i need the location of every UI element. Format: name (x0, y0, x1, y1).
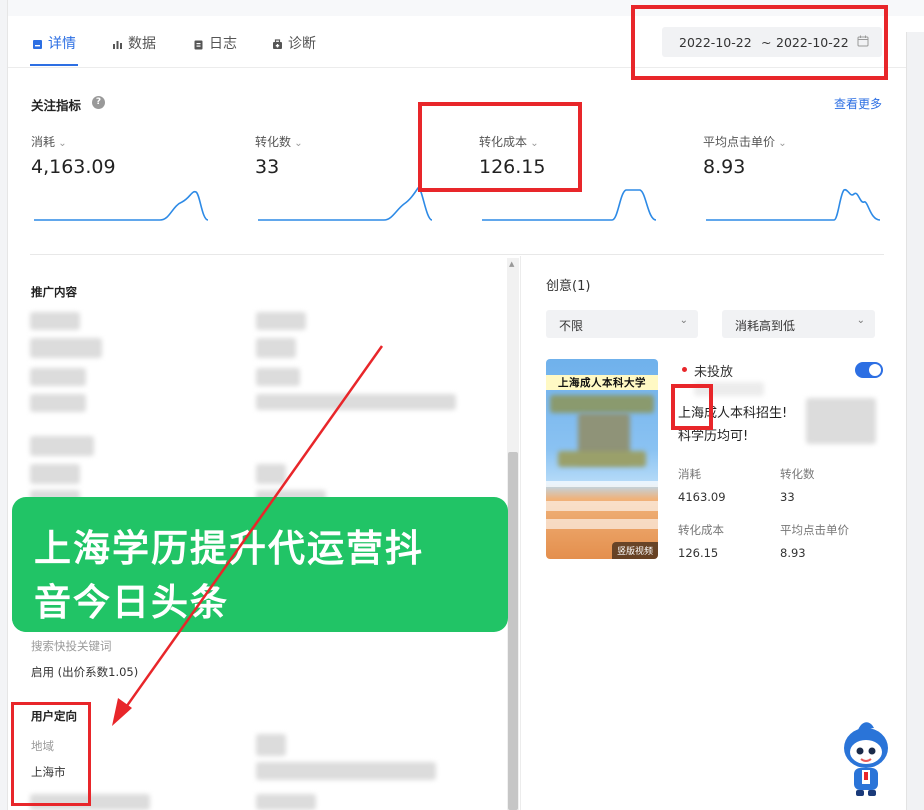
annotation-box-date (631, 5, 888, 80)
blurred-text (256, 794, 316, 810)
metric-label-avg-cpc[interactable]: 平均点击单价 ⌄ (703, 133, 787, 150)
blurred-text (558, 451, 646, 467)
metric-label-text: 转化数 (255, 135, 292, 149)
metrics-divider (30, 254, 884, 255)
log-icon (193, 38, 204, 49)
sort-select[interactable]: 消耗高到低 ⌄ (722, 310, 875, 338)
bar-chart-icon (112, 38, 123, 49)
campaign-detail-page: 详情 数据 日志 诊断 2022-10-22 ~ 2022-10-22 关注指标… (0, 0, 924, 810)
sparkline-cost (34, 190, 209, 221)
stat-label-conversion-cost: 转化成本 (678, 523, 724, 537)
blurred-text (256, 312, 306, 330)
keyword-value: 启用 (出价系数1.05) (31, 665, 139, 679)
tab-log-label: 日志 (209, 36, 237, 52)
scroll-up-arrow-icon[interactable]: ▲ (509, 260, 514, 268)
blurred-text (30, 338, 102, 358)
active-tab-indicator (30, 64, 78, 66)
metric-value-cost: 4,163.09 (31, 156, 116, 178)
detail-icon (32, 38, 43, 49)
blurred-text (256, 734, 286, 756)
tab-detail-label: 详情 (48, 36, 76, 52)
blurred-text (30, 394, 86, 412)
metric-label-text: 平均点击单价 (703, 135, 776, 149)
blurred-text (256, 338, 296, 358)
blurred-text (256, 762, 436, 780)
stat-label-cost: 消耗 (678, 467, 701, 481)
thumbnail-stripe (546, 501, 658, 511)
tab-data[interactable]: 数据 (112, 33, 156, 53)
tab-log[interactable]: 日志 (193, 33, 237, 53)
annotation-box-targeting (11, 702, 91, 806)
promo-content-title: 推广内容 (31, 285, 77, 299)
annotation-box-ad-copy (671, 384, 713, 430)
metric-label-text: 消耗 (31, 135, 56, 149)
help-icon[interactable]: ? (92, 96, 105, 109)
metric-value-avg-cpc: 8.93 (703, 156, 746, 178)
blurred-text (256, 368, 300, 386)
sort-value: 消耗高到低 (735, 319, 796, 333)
thumbnail-title: 上海成人本科大学 (546, 375, 658, 390)
blurred-text (30, 368, 86, 386)
status-dot (682, 367, 687, 372)
blurred-text (30, 436, 94, 456)
tab-diagnose[interactable]: 诊断 (272, 33, 316, 53)
thumbnail-stripe (546, 519, 658, 529)
sparkline-avg-cpc (706, 188, 881, 221)
blurred-text (806, 398, 876, 444)
creative-status: 未投放 (694, 365, 734, 380)
chevron-down-icon: ⌄ (55, 138, 67, 149)
stat-value-cost: 4163.09 (678, 490, 726, 504)
keyword-label: 搜索快投关键词 (31, 639, 112, 653)
chevron-down-icon: ⌄ (775, 138, 787, 149)
tab-data-label: 数据 (128, 36, 156, 52)
chevron-down-icon: ⌄ (291, 138, 303, 149)
chevron-down-icon: ⌄ (679, 315, 688, 326)
stat-value-conversion-cost: 126.15 (678, 546, 719, 560)
blurred-text (30, 464, 80, 484)
blurred-text (256, 394, 456, 410)
video-type-tag: 竖版视频 (611, 542, 658, 559)
metric-label-cost[interactable]: 消耗 ⌄ (31, 133, 67, 150)
right-scroll-strip[interactable] (906, 32, 924, 810)
metric-label-conversions[interactable]: 转化数 ⌄ (255, 133, 303, 150)
stat-value-conversions: 33 (780, 490, 795, 504)
tab-detail[interactable]: 详情 (32, 33, 76, 53)
stat-label-avg-cpc: 平均点击单价 (780, 523, 849, 537)
thumbnail-stripe (546, 481, 658, 487)
blurred-text (256, 464, 286, 484)
tab-diagnose-label: 诊断 (288, 36, 316, 52)
mascot-icon[interactable] (836, 718, 896, 798)
creative-toggle-switch[interactable] (855, 362, 883, 378)
diagnose-icon (272, 38, 283, 49)
metric-value-conversions: 33 (255, 156, 280, 178)
left-edge-strip (0, 0, 8, 810)
creative-title: 创意(1) (546, 279, 591, 294)
banner-line2: 音今日头条 (34, 581, 229, 624)
stat-value-avg-cpc: 8.93 (780, 546, 806, 560)
blurred-text (30, 312, 80, 330)
sparkline-conversions (258, 187, 433, 221)
stat-label-conversions: 转化数 (780, 467, 815, 481)
creative-thumbnail[interactable]: 上海成人本科大学 竖版视频 (546, 359, 658, 559)
panel-divider (520, 256, 521, 810)
focus-metrics-title: 关注指标 (31, 98, 82, 113)
see-more-link[interactable]: 查看更多 (834, 95, 882, 112)
chevron-down-icon: ⌄ (856, 315, 865, 326)
banner-line1: 上海学历提升代运营抖 (34, 527, 424, 570)
status-filter-select[interactable]: 不限 ⌄ (546, 310, 698, 338)
status-filter-value: 不限 (559, 319, 584, 333)
left-panel-scroll-thumb[interactable] (508, 452, 518, 810)
annotation-box-conversion-cost (418, 102, 582, 192)
blurred-text (550, 395, 654, 413)
